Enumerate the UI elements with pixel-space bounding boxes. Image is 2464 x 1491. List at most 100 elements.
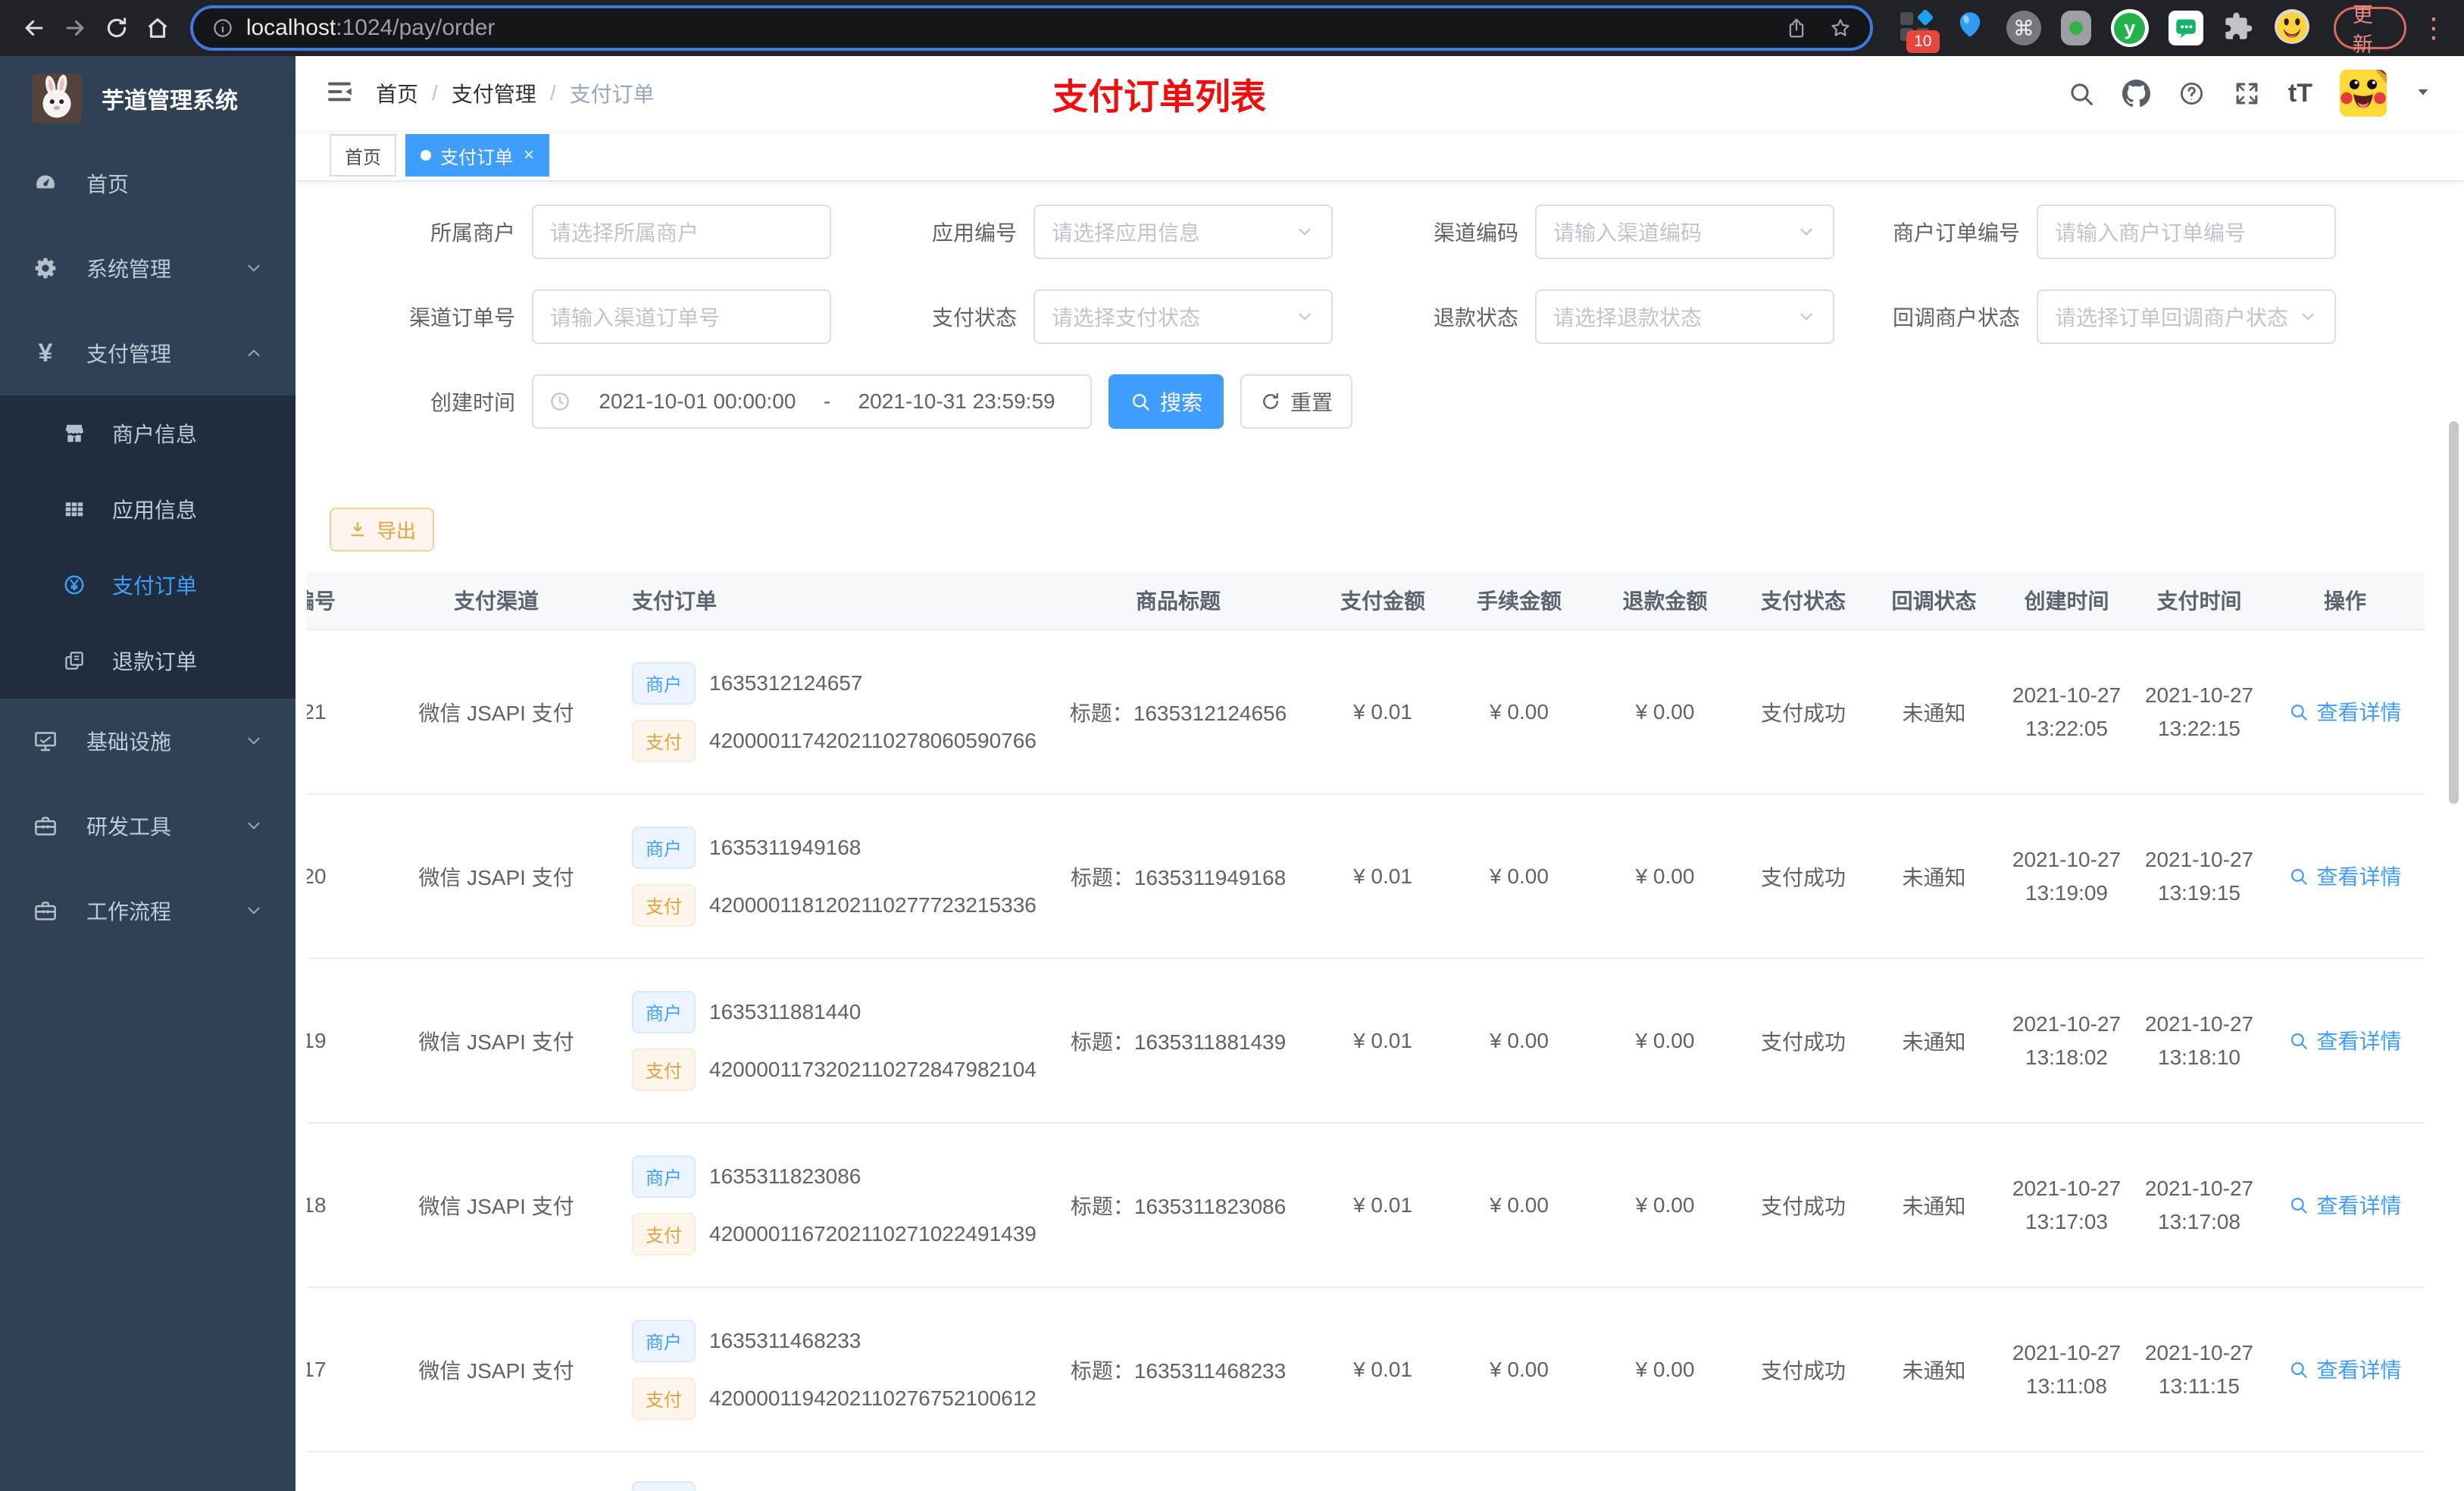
cell-created-time: 2021-10-27 13:17:03 (2000, 1123, 2133, 1288)
download-icon (351, 522, 364, 536)
chevron-down-icon (1295, 222, 1315, 242)
browser-update-button[interactable]: 更新 (2333, 4, 2407, 56)
user-avatar[interactable] (2340, 70, 2387, 117)
github-icon[interactable] (2122, 79, 2150, 108)
merchant-order-no-input[interactable]: 请输入商户订单编号 (2037, 205, 2336, 259)
merchant-input[interactable]: 请选择所属商户 (532, 205, 831, 259)
font-size-icon[interactable]: tT (2288, 79, 2312, 108)
sidebar-item-infrastructure[interactable]: 基础设施 (0, 699, 295, 783)
pay-order-line: 支付 4200001167202110271022491439 (632, 1212, 1038, 1255)
magnifier-icon (2288, 702, 2309, 722)
chevron-down-icon (244, 901, 264, 921)
channel-code-select[interactable]: 请输入渠道编码 (1535, 205, 1834, 259)
dashboard-icon (32, 171, 59, 195)
cell-channel (379, 1452, 614, 1491)
breadcrumb-pay-management[interactable]: 支付管理 (452, 78, 536, 108)
bookmark-star-icon[interactable] (1829, 17, 1852, 39)
green-dot-extension-icon[interactable] (2060, 11, 2091, 45)
tags-view-bar: 首页 支付订单 × (295, 130, 2464, 182)
order-numbers: 商户 1635311949168 支付 42000011812021102777232… (632, 826, 1038, 927)
pay-order-no: 4200001194202110276752100612 (709, 1386, 1037, 1410)
avatar-caret-down-icon[interactable] (2414, 83, 2432, 105)
y-extension-icon[interactable]: y (2110, 9, 2149, 47)
share-icon[interactable] (1785, 17, 1808, 39)
fullscreen-icon[interactable] (2233, 80, 2261, 108)
extensions-puzzle-icon[interactable] (2223, 11, 2253, 45)
chevron-down-icon (2298, 307, 2318, 327)
reload-icon (107, 17, 126, 38)
refund-status-select[interactable]: 请选择退款状态 (1535, 289, 1834, 344)
emoji-profile-icon[interactable] (2273, 8, 2311, 49)
date-separator: - (823, 389, 831, 413)
help-icon[interactable] (2178, 80, 2206, 108)
orders-table: 编号支付渠道支付订单商品标题支付金额手续金额退款金额支付状态回调状态创建时间支付… (307, 571, 2425, 1491)
merchant-tag: 商户 (632, 990, 696, 1033)
pay-order-line: 支付 4200001174202110278060590766 (632, 719, 1038, 762)
chat-extension-icon[interactable] (2168, 11, 2203, 45)
url-text: localhost:1024/pay/order (246, 15, 1785, 41)
sidebar-item-home[interactable]: 首页 (0, 141, 295, 226)
sidebar-item-pay[interactable]: ¥ 支付管理 (0, 311, 295, 395)
sidebar: 芋道管理系统 首页系统管理 ¥ 支付管理 商户信息 应用信息 支付订单 退款订单 基础设施 研发… (0, 56, 295, 1491)
table-row: 17 微信 JSAPI 支付 商户 1635311468233 支付 4200001194… (307, 1287, 2425, 1452)
browser-back-button[interactable] (17, 8, 52, 48)
browser-forward-button[interactable] (58, 8, 92, 48)
app-logo[interactable]: 芋道管理系统 (0, 56, 295, 141)
merchant-order-no: 1635312124657 (709, 670, 863, 695)
view-detail-link[interactable]: 查看详情 (2288, 1189, 2402, 1220)
tag-home[interactable]: 首页 (330, 134, 396, 177)
view-detail-link[interactable]: 查看详情 (2288, 861, 2402, 891)
placeholder-text: 请选择所属商户 (550, 221, 699, 245)
view-detail-link[interactable]: 查看详情 (2288, 696, 2402, 727)
column-header: 支付时间 (2133, 571, 2265, 630)
address-bar[interactable]: localhost:1024/pay/order (189, 5, 1873, 51)
browser-reload-button[interactable] (98, 8, 133, 48)
sidebar-item-workflow[interactable]: 工作流程 (0, 868, 295, 953)
filter-label: 所属商户 (430, 221, 515, 245)
browser-menu-icon[interactable]: ⋮ (2420, 12, 2447, 44)
sidebar-item-system[interactable]: 系统管理 (0, 226, 295, 311)
command-extension-icon[interactable]: ⌘ (2006, 11, 2041, 45)
column-header: 手续金额 (1447, 571, 1591, 630)
reset-button[interactable]: 重置 (1240, 374, 1353, 429)
search-button[interactable]: 搜索 (1108, 374, 1224, 429)
app-no-select[interactable]: 请选择应用信息 (1033, 205, 1333, 259)
export-button[interactable]: 导出 (330, 508, 435, 552)
vertical-scrollbar[interactable] (2449, 421, 2459, 804)
header-search-icon[interactable] (2067, 80, 2095, 108)
breadcrumb-home[interactable]: 首页 (376, 78, 418, 108)
sidebar-item-label: 首页 (86, 173, 130, 196)
channel-order-no-input[interactable]: 请输入渠道订单号 (532, 289, 831, 344)
chevron-down-icon (244, 731, 264, 751)
cell-order: 商户 1635311823086 支付 42000011672021102710224… (614, 1123, 1038, 1288)
balloon-extension-icon[interactable] (1953, 10, 1987, 47)
cell-created-time: 2021-10-27 13:19:09 (2000, 794, 2133, 959)
sidebar-item-pay-order[interactable]: 支付订单 (0, 547, 295, 623)
browser-home-button[interactable] (140, 8, 175, 48)
filter-item-merchant: 所属商户 请选择所属商户 (330, 205, 831, 259)
export-label: 导出 (377, 519, 417, 542)
table-row: 商户1635311454796 (307, 1452, 2425, 1491)
sidebar-item-merchant-info[interactable]: 商户信息 (0, 395, 295, 471)
view-detail-link[interactable]: 查看详情 (2288, 1025, 2402, 1055)
notify-status-select[interactable]: 请选择订单回调商户状态 (2037, 289, 2336, 344)
site-info-icon[interactable] (211, 17, 234, 39)
pay-status-select[interactable]: 请选择支付状态 (1033, 289, 1333, 344)
grid-diamond-extension-icon[interactable]: 10 (1899, 8, 1940, 53)
tag-label: 首页 (345, 147, 381, 168)
create-time-range-picker[interactable]: 2021-10-01 00:00:00 - 2021-10-31 23:59:5… (532, 374, 1092, 429)
pay-order-line: 支付 4200001181202110277723215336 (632, 883, 1038, 927)
sidebar-toggle-icon[interactable] (295, 77, 376, 111)
home-icon (148, 18, 167, 38)
sidebar-item-dev-tools[interactable]: 研发工具 (0, 783, 295, 868)
update-label: 更新 (2352, 4, 2373, 56)
sidebar-item-refund-order[interactable]: 退款订单 (0, 623, 295, 699)
cell-paid-time: 2021-10-27 13:22:15 (2133, 630, 2265, 795)
tag-close-icon[interactable]: × (524, 145, 534, 166)
filter-item-channel-order-no: 渠道订单号 请输入渠道订单号 (330, 289, 831, 344)
tag-pay-order[interactable]: 支付订单 × (405, 134, 550, 177)
sidebar-item-app-info[interactable]: 应用信息 (0, 471, 295, 547)
date-end-value: 2021-10-31 23:59:59 (858, 389, 1055, 413)
order-numbers: 商户 1635311881440 支付 42000011732021102728479… (632, 990, 1038, 1091)
view-detail-link[interactable]: 查看详情 (2288, 1354, 2402, 1384)
